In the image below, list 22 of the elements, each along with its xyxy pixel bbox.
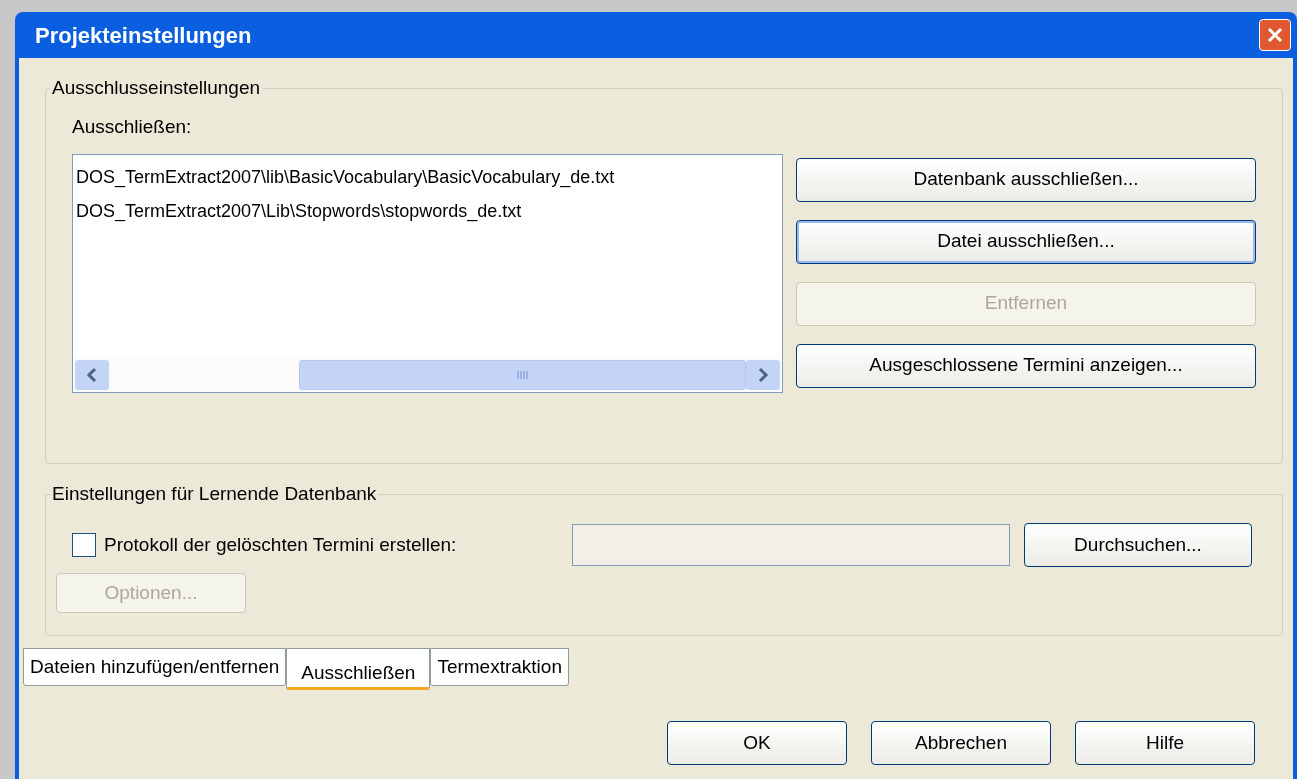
action-button[interactable]: Ausgeschlossene Termini anzeigen...: [796, 343, 1256, 388]
checkbox[interactable]: [72, 533, 96, 557]
scroll-right-icon[interactable]: [746, 359, 780, 390]
file-list[interactable]: DOS_TermExtract2007\lib\BasicVocabulary\BasicVocabulary_de.txt DOS_TermExtract2007\Lib\Stopwords\stopwords_de.txt: [72, 153, 783, 393]
tab[interactable]: Termextraktion: [430, 648, 569, 686]
file-item[interactable]: DOS_TermExtract2007\Lib\Stopwords\stopwords_de.txt: [76, 196, 782, 225]
action-button[interactable]: Datenbank ausschließen...: [796, 157, 1256, 202]
action-button[interactable]: Durchsuchen...: [1024, 523, 1252, 567]
dialog-button[interactable]: Hilfe: [1075, 721, 1255, 765]
horizontal-scrollbar[interactable]: [73, 357, 782, 392]
checkbox-label: Protokoll der gelöschten Termini erstellen:: [104, 532, 458, 557]
list-label: Ausschließen:: [72, 115, 193, 139]
tab[interactable]: Ausschließen: [286, 648, 431, 690]
action-button[interactable]: Datei ausschließen...: [796, 219, 1256, 264]
window-title: Projekteinstellungen: [35, 21, 252, 50]
file-item[interactable]: DOS_TermExtract2007\lib\BasicVocabulary\BasicVocabulary_de.txt: [76, 162, 782, 191]
dialog-button[interactable]: Abbrechen: [871, 721, 1051, 765]
close-icon[interactable]: [1259, 19, 1291, 51]
dialog-button[interactable]: OK: [667, 721, 847, 765]
scroll-thumb[interactable]: [299, 359, 746, 390]
scroll-left-icon[interactable]: [75, 359, 109, 390]
tab[interactable]: Dateien hinzufügen/entfernen: [23, 648, 287, 686]
